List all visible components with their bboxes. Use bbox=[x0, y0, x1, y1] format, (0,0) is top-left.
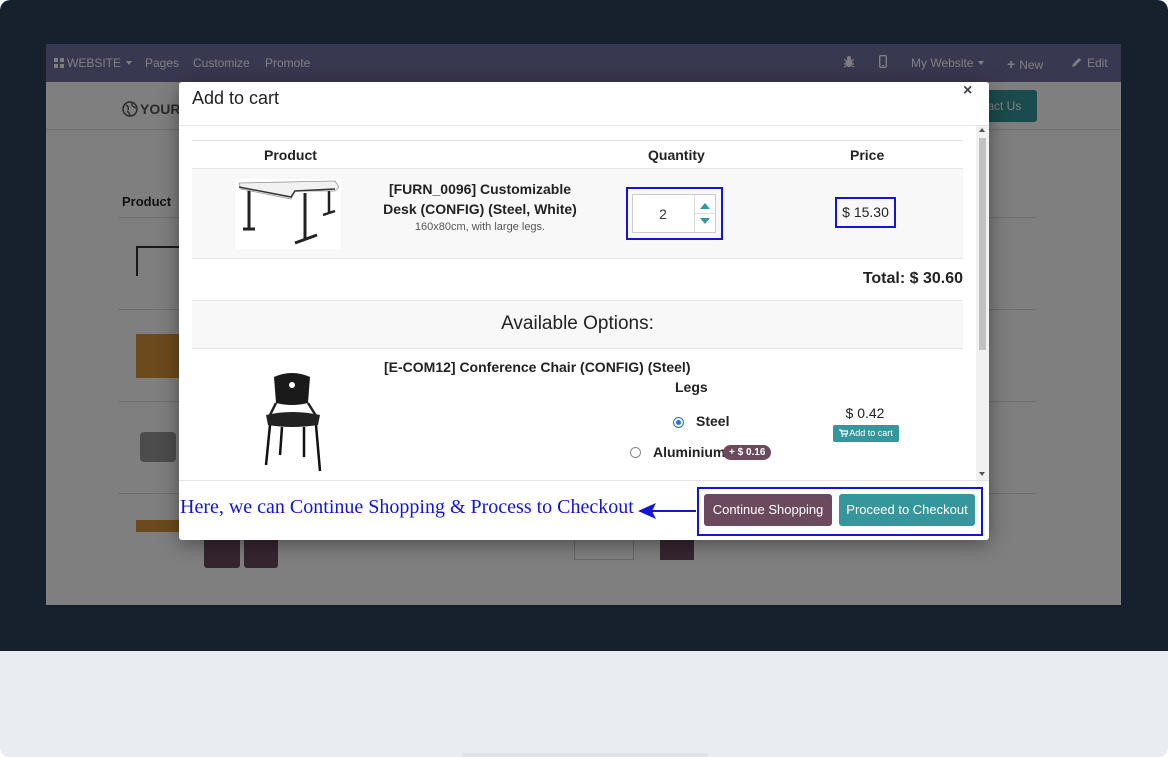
continue-shopping-button[interactable]: Continue Shopping bbox=[704, 494, 832, 526]
divider bbox=[695, 213, 716, 214]
radio-steel-label[interactable]: Steel bbox=[696, 413, 729, 429]
table-row: [FURN_0096] Customizable Desk (CONFIG) (… bbox=[192, 169, 963, 259]
close-icon[interactable]: × bbox=[963, 82, 972, 100]
radio-aluminium[interactable] bbox=[630, 447, 641, 458]
chair-product-image bbox=[252, 369, 332, 479]
option-add-to-cart-button[interactable]: Add to cart bbox=[833, 425, 899, 442]
decrement-icon[interactable] bbox=[700, 218, 710, 224]
scroll-thumb[interactable] bbox=[979, 138, 986, 350]
table-header: Product Quantity Price bbox=[192, 140, 963, 169]
modal-title: Add to cart bbox=[192, 88, 280, 108]
option-price: $ 0.42 bbox=[845, 405, 885, 421]
total-amount: Total: $ 30.60 bbox=[862, 270, 963, 287]
monitor-chin bbox=[0, 651, 1168, 757]
quantity-stepper bbox=[632, 194, 716, 233]
scroll-up-icon[interactable] bbox=[979, 128, 985, 132]
monitor-stand bbox=[462, 753, 708, 757]
scrollbar[interactable] bbox=[976, 126, 989, 480]
modal-body: Product Quantity Price [FURN_0096] Custo… bbox=[179, 126, 989, 480]
increment-icon[interactable] bbox=[700, 203, 710, 209]
attribute-label: Legs bbox=[675, 379, 708, 395]
col-product: Product bbox=[264, 147, 317, 163]
radio-steel[interactable] bbox=[673, 417, 684, 428]
annotation-text: Here, we can Continue Shopping & Process… bbox=[180, 496, 634, 518]
proceed-to-checkout-button[interactable]: Proceed to Checkout bbox=[839, 494, 975, 526]
option-product-name: [E-COM12] Conference Chair (CONFIG) (Ste… bbox=[384, 359, 691, 375]
scroll-down-icon[interactable] bbox=[979, 472, 985, 476]
product-price: $ 15.30 bbox=[842, 204, 889, 220]
total-row: Total: $ 30.60 bbox=[192, 259, 963, 301]
price-extra-badge: + $ 0.16 bbox=[723, 445, 772, 460]
add-to-cart-label: Add to cart bbox=[849, 428, 893, 438]
cart-icon bbox=[839, 429, 850, 437]
available-options-title: Available Options: bbox=[501, 313, 654, 334]
product-description: 160x80cm, with large legs. bbox=[414, 221, 546, 233]
divider bbox=[179, 480, 989, 481]
quantity-buttons bbox=[694, 195, 716, 232]
col-quantity: Quantity bbox=[648, 147, 705, 163]
add-to-cart-modal: Add to cart × Product Quantity Price [FU… bbox=[179, 82, 989, 540]
option-row: [E-COM12] Conference Chair (CONFIG) (Ste… bbox=[192, 349, 963, 480]
annotation-arrow-icon bbox=[638, 503, 696, 519]
product-name: [FURN_0096] Customizable Desk (CONFIG) (… bbox=[383, 181, 577, 217]
monitor-frame: WEBSITE Pages Customize Promote My Websi… bbox=[0, 0, 1168, 757]
desk-product-image bbox=[235, 179, 341, 249]
available-options-header: Available Options: bbox=[192, 301, 963, 349]
radio-aluminium-label[interactable]: Aluminium bbox=[653, 444, 725, 460]
col-price: Price bbox=[850, 147, 885, 163]
quantity-input[interactable] bbox=[633, 195, 693, 232]
